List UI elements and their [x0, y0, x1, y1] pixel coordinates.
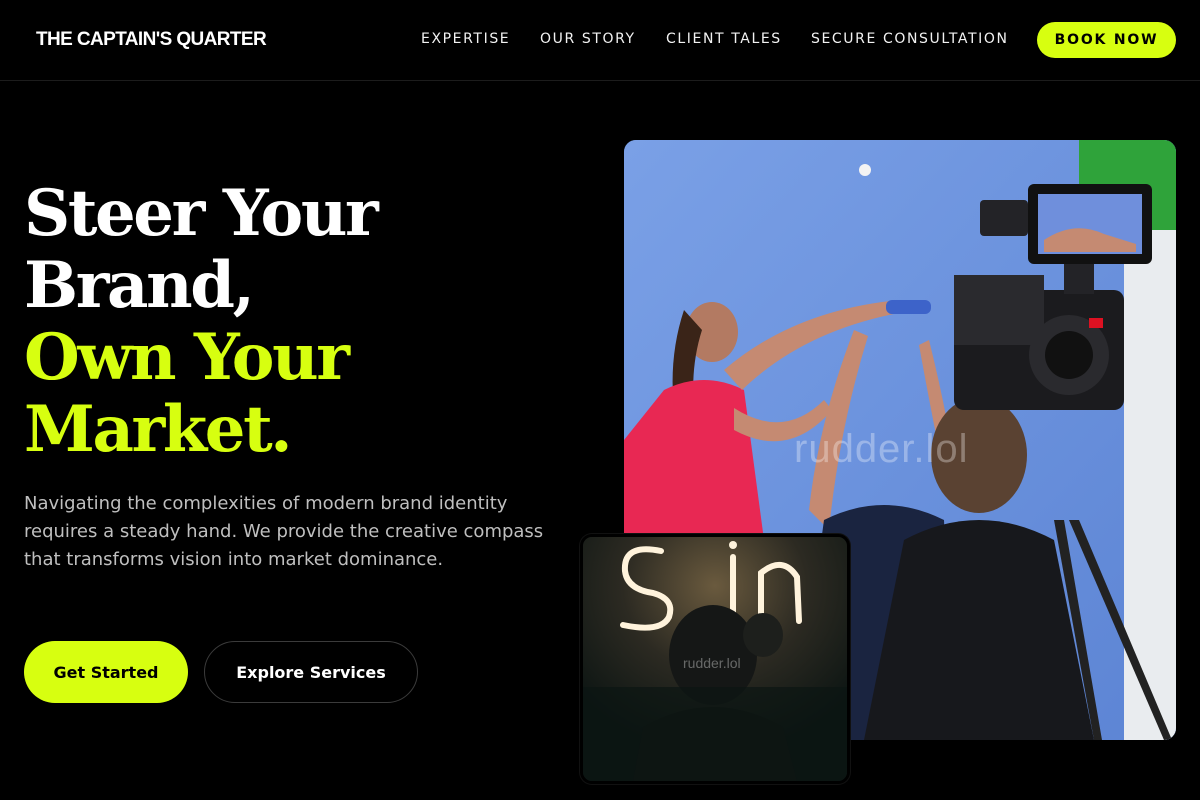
- book-now-button[interactable]: BOOK NOW: [1037, 22, 1176, 58]
- headline-line-4: Market.: [24, 392, 293, 467]
- nav-link-expertise[interactable]: EXPERTISE: [421, 31, 510, 47]
- explore-services-button[interactable]: Explore Services: [204, 641, 418, 703]
- nav-link-our-story[interactable]: OUR STORY: [540, 31, 636, 47]
- headline-line-2: Brand,: [24, 248, 255, 323]
- hero-description: Navigating the complexities of modern br…: [24, 493, 544, 570]
- watermark-overlay: rudder.lol: [683, 655, 741, 671]
- headline-line-3: Own Your: [24, 320, 350, 395]
- site-header: THE CAPTAIN'S QUARTER EXPERTISE OUR STOR…: [0, 0, 1200, 81]
- brand-logo[interactable]: THE CAPTAIN'S QUARTER: [36, 29, 267, 51]
- hero-headline: Steer Your Brand, Own Your Market.: [24, 176, 379, 467]
- overlay-photo-neon-sign: rudder.lol: [580, 534, 850, 784]
- get-started-button[interactable]: Get Started: [24, 641, 188, 703]
- nav-link-client-tales[interactable]: CLIENT TALES: [666, 31, 782, 47]
- watermark-main: rudder.lol: [794, 427, 969, 471]
- headline-line-1: Steer Your: [24, 176, 379, 251]
- nav-link-secure-consultation[interactable]: SECURE CONSULTATION: [811, 31, 1009, 47]
